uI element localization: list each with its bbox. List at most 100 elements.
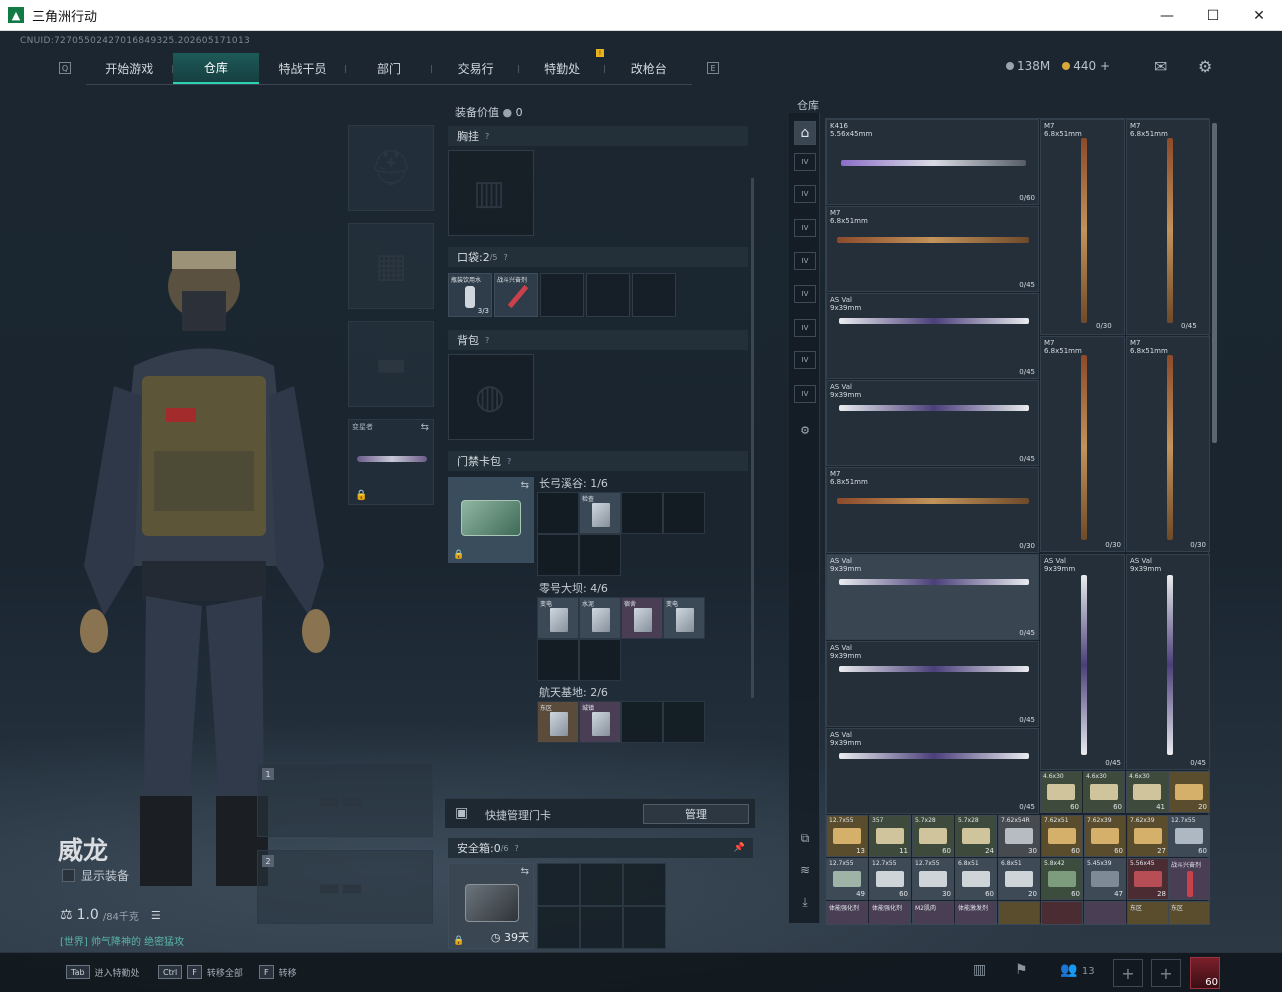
help-icon[interactable]: ? bbox=[485, 132, 489, 141]
ammo-item[interactable]: 7.62x39 27 bbox=[1127, 815, 1169, 857]
armor-slot[interactable]: ▦ bbox=[348, 223, 434, 309]
warehouse-weapon[interactable]: AS Val 9x39mm 0/45 bbox=[826, 554, 1039, 640]
help-icon[interactable]: ? bbox=[504, 253, 508, 262]
keycard-item[interactable]: 变电 bbox=[663, 597, 705, 639]
helmet-slot[interactable]: ⛑ bbox=[348, 125, 434, 211]
flag-icon[interactable]: ⚑ bbox=[1015, 962, 1028, 978]
checkbox[interactable] bbox=[62, 869, 75, 882]
warehouse-weapon[interactable]: M7 6.8x51mm 0/30 bbox=[1126, 336, 1210, 552]
mail-icon[interactable]: ✉ bbox=[1154, 57, 1167, 76]
list-icon[interactable]: ☰ bbox=[151, 909, 161, 922]
pistol-slot[interactable]: ▬ bbox=[348, 321, 434, 407]
consumable-item[interactable] bbox=[1084, 901, 1126, 925]
warehouse-weapon[interactable]: M7 6.8x51mm 0/30 bbox=[1040, 336, 1125, 552]
warehouse-weapon[interactable]: AS Val 9x39mm 0/45 bbox=[1040, 554, 1125, 770]
pocket-slot[interactable] bbox=[540, 273, 584, 317]
nav-next-icon[interactable]: E bbox=[707, 62, 719, 74]
ammo-item[interactable]: 5.8x42 60 bbox=[1041, 858, 1083, 900]
ammo-item[interactable]: 5.7x28 24 bbox=[955, 815, 997, 857]
tab-special-ops[interactable]: 特勤处 bbox=[519, 53, 606, 84]
warehouse-tab-8[interactable]: IV bbox=[794, 385, 816, 403]
keycard-item[interactable]: 水泥 bbox=[579, 597, 621, 639]
ammo-item[interactable]: 4.6x30 60 bbox=[1040, 771, 1082, 813]
close-button[interactable]: ✕ bbox=[1236, 0, 1282, 31]
warehouse-weapon[interactable]: AS Val 9x39mm 0/45 bbox=[826, 380, 1039, 466]
consumable-item[interactable]: 东区 bbox=[1168, 901, 1210, 925]
hint-transfer[interactable]: F 转移 bbox=[259, 965, 297, 979]
hint-transfer-all[interactable]: Ctrl F 转移全部 bbox=[158, 965, 243, 979]
warehouse-scrollbar[interactable] bbox=[1212, 123, 1217, 443]
keycard-cell[interactable] bbox=[579, 639, 621, 681]
warehouse-weapon[interactable]: AS Val 9x39mm 0/45 bbox=[826, 293, 1039, 379]
keycard-item[interactable]: 东区 bbox=[537, 701, 579, 743]
ammo-item[interactable]: 12.7x55 30 bbox=[912, 858, 954, 900]
keycard-item[interactable]: 变电 bbox=[537, 597, 579, 639]
ammo-item[interactable]: 5.56x45 28 bbox=[1127, 858, 1169, 900]
tab-warehouse[interactable]: 仓库 bbox=[172, 53, 260, 84]
warehouse-tab-2[interactable]: IV bbox=[794, 185, 816, 203]
ammo-item[interactable]: 7.62x39 60 bbox=[1084, 815, 1126, 857]
stats-icon[interactable]: ▥ bbox=[973, 962, 986, 978]
ammo-item[interactable]: 12.7x55 60 bbox=[1168, 815, 1210, 857]
keycard-cell[interactable] bbox=[537, 639, 579, 681]
hint-special-ops[interactable]: Tab 进入特勤处 bbox=[66, 965, 140, 979]
safebox-cell[interactable] bbox=[623, 906, 666, 949]
keycard-cell[interactable] bbox=[621, 492, 663, 534]
ammo-item[interactable]: 20 bbox=[1168, 771, 1210, 813]
ammo-item[interactable]: 战斗兴奋剂 bbox=[1168, 858, 1210, 900]
tab-operators[interactable]: 特战干员 bbox=[259, 53, 346, 84]
safebox-cell[interactable] bbox=[537, 906, 580, 949]
secondary-weapon-slot[interactable]: 2 ▬▬ bbox=[257, 850, 433, 924]
warehouse-weapon[interactable]: M7 6.8x51mm bbox=[1126, 119, 1210, 335]
keycard-cell[interactable] bbox=[663, 701, 705, 743]
keycard-cell[interactable] bbox=[537, 534, 579, 576]
safebox-cell[interactable] bbox=[580, 863, 623, 906]
keycard-cell[interactable] bbox=[663, 492, 705, 534]
maximize-button[interactable]: ☐ bbox=[1190, 0, 1236, 31]
ammo-item[interactable]: 7.62x54R 30 bbox=[998, 815, 1040, 857]
melee-slot[interactable]: 变星者 ⇆ 🔒 bbox=[348, 419, 434, 505]
ammo-item[interactable]: 12.7x55 49 bbox=[826, 858, 868, 900]
swap-icon[interactable]: ⇆ bbox=[421, 422, 429, 433]
safebox-slot[interactable]: ⇆ 🔒 ◷ 39天 bbox=[448, 863, 534, 949]
keycard-pack-slot[interactable]: ⇆ 🔒 bbox=[448, 477, 534, 563]
warehouse-tab-4[interactable]: IV bbox=[794, 252, 816, 270]
warehouse-weapon[interactable]: AS Val 9x39mm 0/45 bbox=[826, 641, 1039, 727]
pocket-item-water[interactable]: 瓶装饮用水 3/3 bbox=[448, 273, 492, 317]
warehouse-weapon[interactable]: M7 6.8x51mm bbox=[1040, 119, 1125, 335]
warehouse-weapon[interactable]: AS Val 9x39mm 0/45 bbox=[1126, 554, 1210, 770]
safebox-cell[interactable] bbox=[580, 906, 623, 949]
help-icon[interactable]: ? bbox=[515, 844, 519, 853]
warehouse-tab-5[interactable]: IV bbox=[794, 285, 816, 303]
ammo-item[interactable]: 7.62x51 60 bbox=[1041, 815, 1083, 857]
equipment-scrollbar[interactable] bbox=[751, 178, 754, 698]
keycard-item[interactable]: 城镇 bbox=[579, 701, 621, 743]
gear-icon[interactable]: ⚙ bbox=[1198, 57, 1212, 76]
ammo-item[interactable]: 12.7x55 60 bbox=[869, 858, 911, 900]
ammo-item[interactable]: 4.6x30 41 bbox=[1126, 771, 1168, 813]
avatar[interactable]: 60 bbox=[1190, 957, 1220, 989]
warehouse-weapon[interactable]: K416 5.56x45mm 0/60 bbox=[826, 119, 1039, 205]
consumable-item[interactable]: 东区 bbox=[1127, 901, 1169, 925]
add-squad-button[interactable]: + bbox=[1113, 959, 1143, 987]
consumable-item[interactable]: 体能强化剂 bbox=[869, 901, 911, 925]
ammo-item[interactable]: 4.6x30 60 bbox=[1083, 771, 1125, 813]
keycard-item[interactable]: 宿舍 bbox=[621, 597, 663, 639]
ammo-item[interactable]: 5.45x39 47 bbox=[1084, 858, 1126, 900]
rig-slot[interactable]: ▥ bbox=[448, 150, 534, 236]
keycard-cell[interactable] bbox=[579, 534, 621, 576]
warehouse-settings-icon[interactable]: ⚙ bbox=[794, 421, 816, 439]
help-icon[interactable]: ? bbox=[507, 457, 511, 466]
sort-icon[interactable]: ⧉ bbox=[794, 829, 816, 847]
swap-icon[interactable]: ⇆ bbox=[521, 480, 529, 491]
keycard-cell[interactable] bbox=[537, 492, 579, 534]
chat-line[interactable]: [世界] 帅气降神的 绝密猛攻 bbox=[60, 933, 184, 948]
ammo-item[interactable]: 357 11 bbox=[869, 815, 911, 857]
backpack-slot[interactable]: ◍ bbox=[448, 354, 534, 440]
pocket-slot[interactable] bbox=[586, 273, 630, 317]
consumable-item[interactable]: M2肌肉 bbox=[912, 901, 954, 925]
friends-icon[interactable]: 👥 13 bbox=[1060, 962, 1095, 978]
ammo-item[interactable]: 6.8x51 60 bbox=[955, 858, 997, 900]
show-gear-toggle[interactable]: 显示装备 bbox=[62, 867, 129, 884]
swap-icon[interactable]: ⇆ bbox=[521, 866, 529, 877]
